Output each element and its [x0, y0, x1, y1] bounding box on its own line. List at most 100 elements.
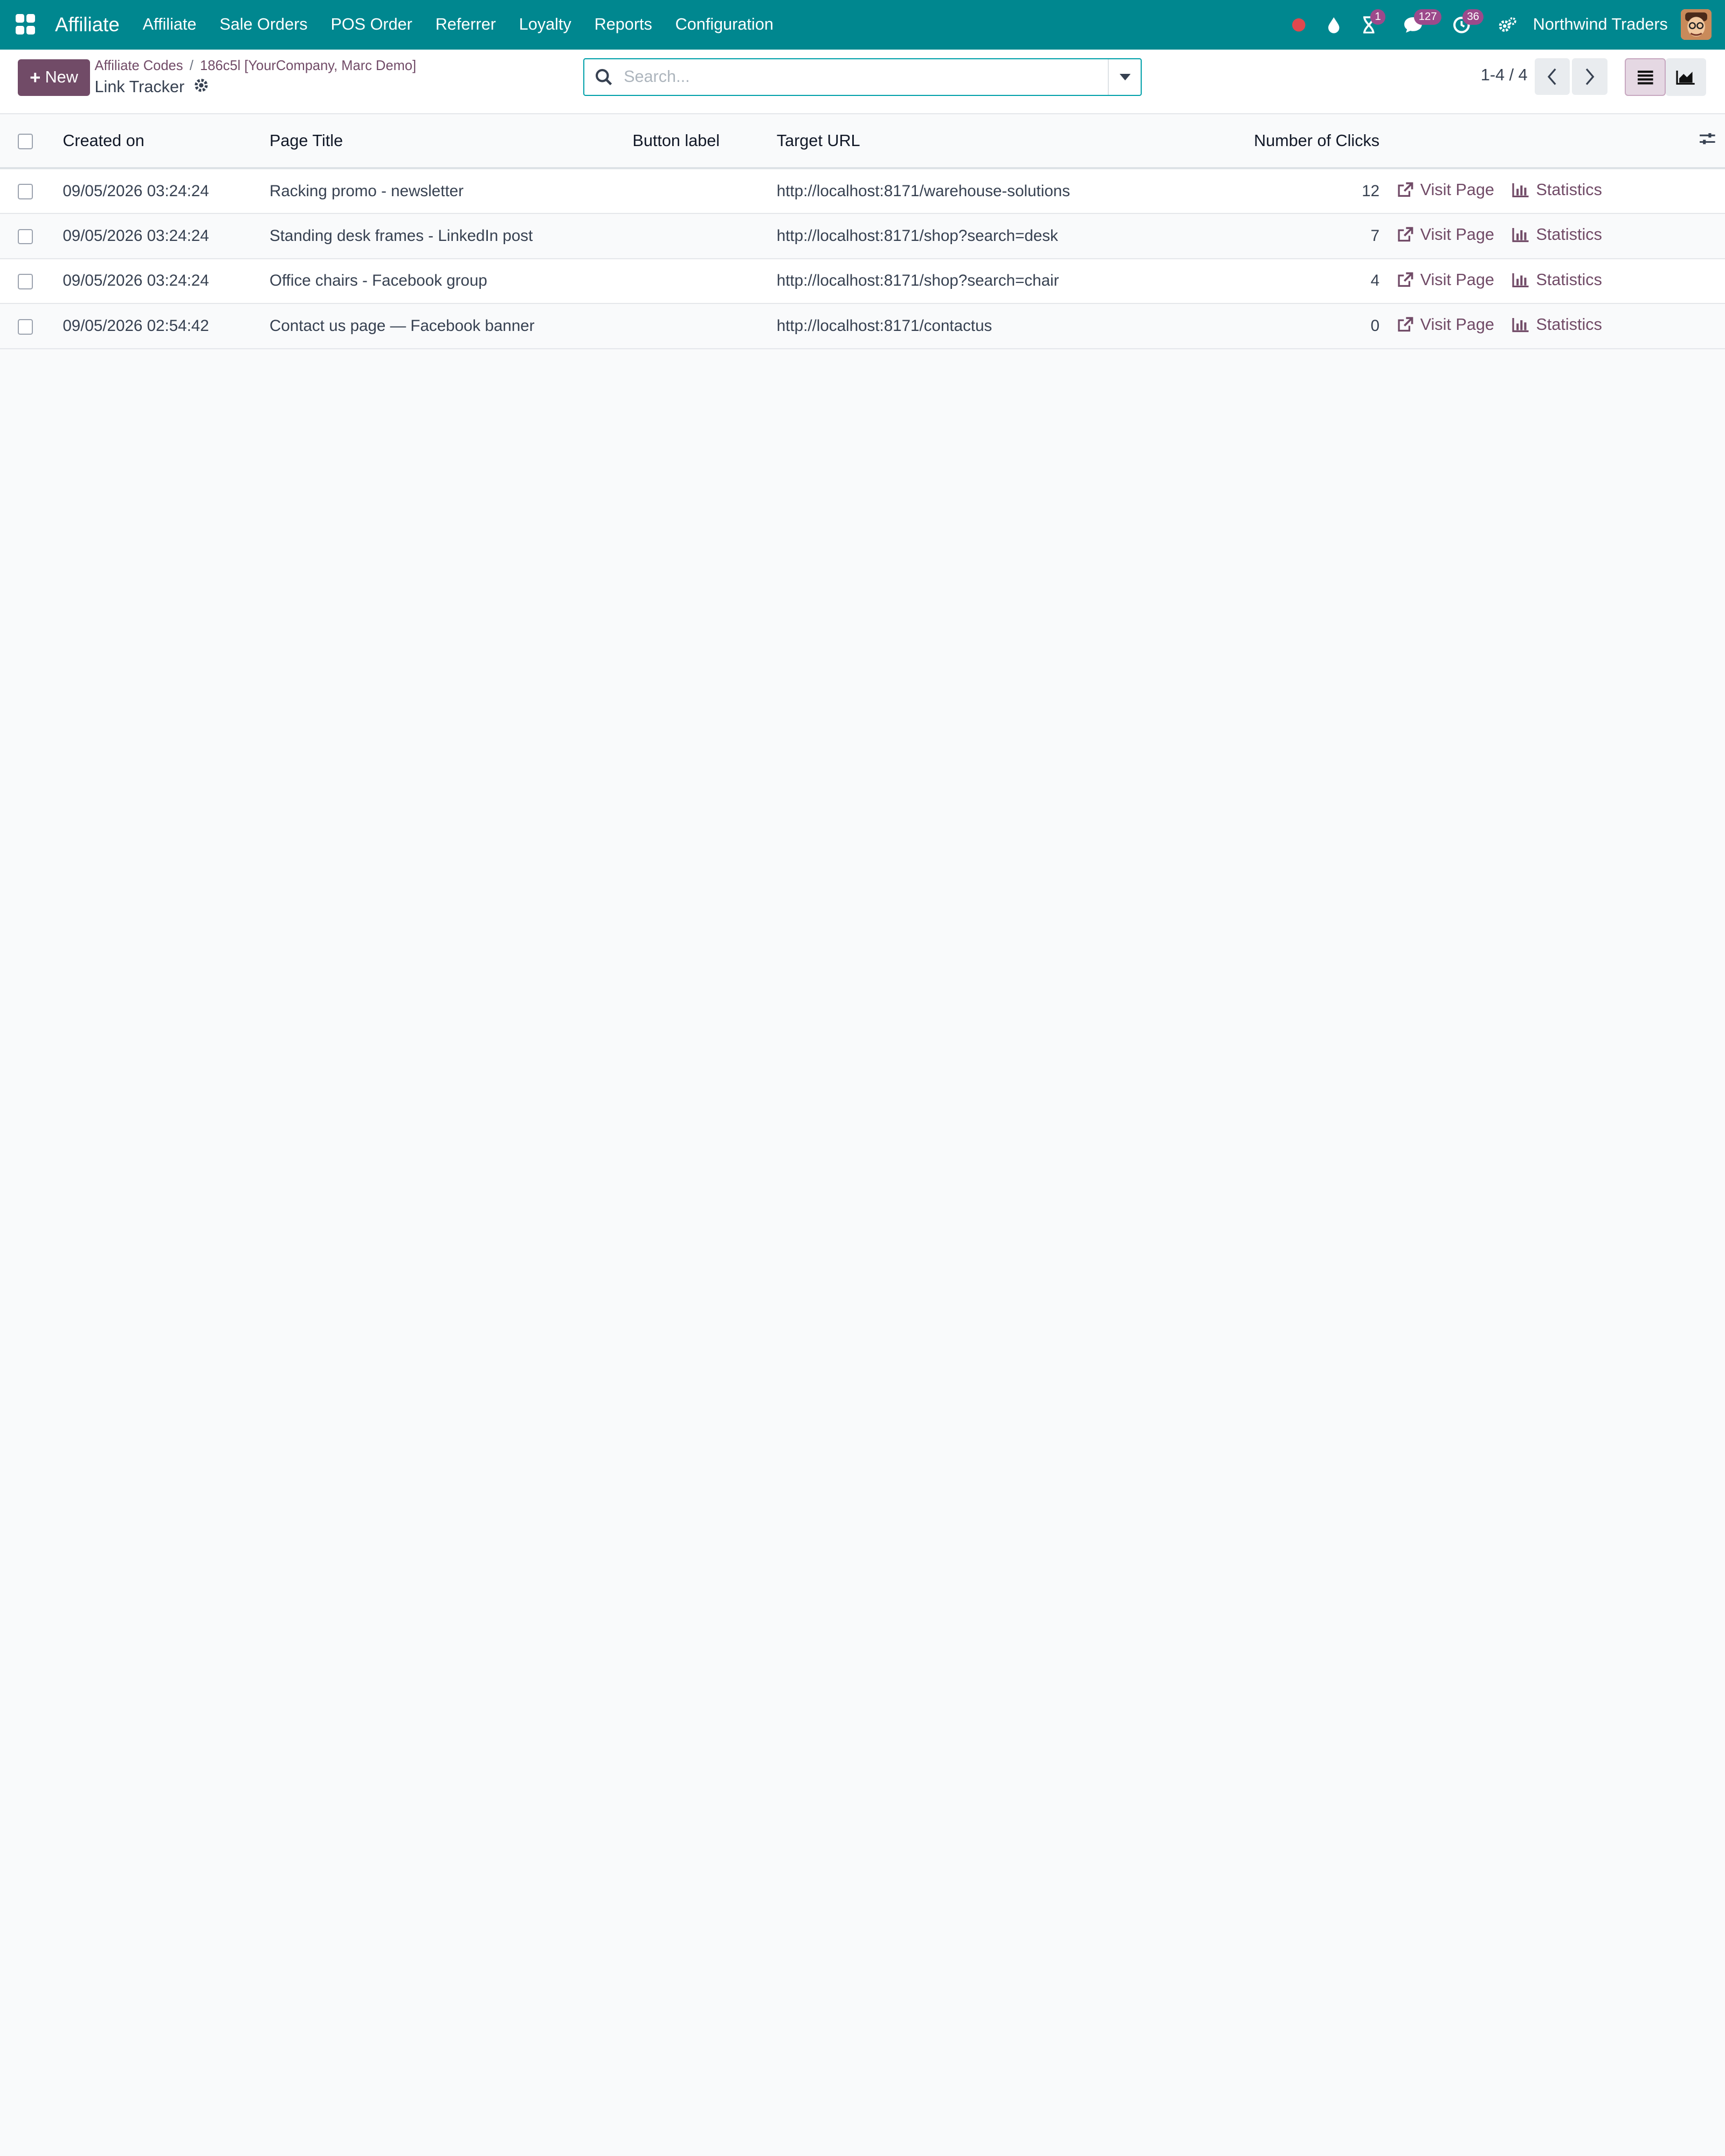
button-label-cell — [622, 259, 765, 304]
statistics-label: Statistics — [1536, 315, 1602, 334]
menu-configuration[interactable]: Configuration — [675, 15, 774, 34]
table-row[interactable]: 09/05/2026 03:24:24 Standing desk frames… — [0, 213, 1725, 259]
visit-page-button[interactable]: Visit Page — [1397, 315, 1494, 334]
bar-chart-icon — [1512, 273, 1529, 287]
app-root: Affiliate Affiliate Sale Orders POS Orde… — [0, 0, 1725, 1078]
external-link-icon — [1398, 272, 1413, 287]
visit-page-button[interactable]: Visit Page — [1397, 271, 1494, 289]
bar-chart-icon — [1512, 228, 1529, 243]
external-link-icon — [1398, 317, 1413, 332]
page-title-cell: Office chairs - Facebook group — [269, 272, 487, 290]
clock-icon[interactable]: 36 — [1445, 8, 1484, 41]
visit-page-label: Visit Page — [1420, 270, 1494, 289]
area-chart-icon — [1676, 70, 1695, 85]
button-label-cell — [622, 168, 765, 213]
visit-page-button[interactable]: Visit Page — [1397, 225, 1494, 244]
graph-view-button[interactable] — [1665, 58, 1707, 96]
new-button-label: New — [45, 68, 78, 87]
clicks-cell: 4 — [1370, 272, 1380, 290]
visit-page-label: Visit Page — [1420, 180, 1494, 199]
row-checkbox[interactable] — [17, 184, 33, 200]
new-button[interactable]: + New — [17, 59, 91, 96]
apps-grid-icon[interactable] — [15, 13, 38, 36]
page-title-cell: Standing desk frames - LinkedIn post — [269, 226, 533, 245]
bar-chart-icon — [1512, 183, 1529, 198]
statistics-button[interactable]: Statistics — [1512, 225, 1602, 244]
chevron-right-icon — [1585, 68, 1595, 85]
statistics-button[interactable]: Statistics — [1512, 271, 1602, 289]
caret-down-icon — [1119, 73, 1130, 80]
optional-columns-icon[interactable] — [1699, 132, 1716, 150]
gear-icon[interactable] — [194, 77, 209, 98]
pager-value[interactable]: 1-4 / 4 — [1481, 66, 1528, 85]
visit-page-label: Visit Page — [1420, 225, 1494, 244]
statistics-button[interactable]: Statistics — [1512, 315, 1602, 334]
user-avatar[interactable] — [1681, 9, 1712, 40]
row-checkbox[interactable] — [17, 319, 33, 335]
search-input[interactable] — [624, 67, 1108, 87]
column-number-of-clicks[interactable]: Number of Clicks — [1243, 114, 1379, 168]
search-icon — [584, 68, 624, 86]
menu-pos-order[interactable]: POS Order — [330, 15, 412, 34]
breadcrumb-affiliate-record[interactable]: 186c5l [YourCompany, Marc Demo] — [200, 58, 416, 73]
created-on-cell: 09/05/2026 03:24:24 — [63, 182, 209, 200]
breadcrumb-affiliate-codes[interactable]: Affiliate Codes — [95, 58, 183, 73]
row-checkbox[interactable] — [17, 274, 33, 289]
hourglass-icon[interactable]: 1 — [1353, 8, 1386, 41]
button-label-cell — [622, 303, 765, 349]
page-title-cell: Contact us page — Facebook banner — [269, 317, 535, 335]
table-row[interactable]: 09/05/2026 03:24:24 Office chairs - Face… — [0, 258, 1725, 304]
visit-page-label: Visit Page — [1420, 315, 1494, 334]
button-label-cell — [622, 213, 765, 259]
top-navbar: Affiliate Affiliate Sale Orders POS Orde… — [0, 0, 1725, 50]
menu-loyalty[interactable]: Loyalty — [519, 15, 571, 34]
app-brand[interactable]: Affiliate — [55, 13, 120, 36]
link-table: Created on Page Title Button label Targe… — [0, 114, 1725, 349]
row-checkbox[interactable] — [17, 229, 33, 245]
table-header-row: Created on Page Title Button label Targe… — [0, 114, 1725, 169]
record-icon[interactable] — [1282, 8, 1315, 41]
clicks-cell: 12 — [1362, 182, 1380, 200]
statistics-button[interactable]: Statistics — [1512, 181, 1602, 199]
messages-badge: 127 — [1414, 9, 1441, 25]
statistics-label: Statistics — [1536, 180, 1602, 199]
visit-page-button[interactable]: Visit Page — [1397, 181, 1494, 199]
settings-cogs-icon[interactable] — [1491, 8, 1524, 41]
breadcrumb: Affiliate Codes/186c5l [YourCompany, Mar… — [94, 58, 417, 74]
column-page-title[interactable]: Page Title — [259, 114, 622, 168]
search-options-toggle[interactable] — [1108, 59, 1141, 95]
list-view-icon — [1637, 70, 1653, 85]
created-on-cell: 09/05/2026 03:24:24 — [63, 226, 209, 245]
chat-icon[interactable]: 127 — [1397, 8, 1441, 41]
pager-previous-button[interactable] — [1534, 58, 1570, 95]
created-on-cell: 09/05/2026 03:24:24 — [63, 272, 209, 290]
page-title-cell: Racking promo - newsletter — [269, 182, 464, 200]
menu-referrer[interactable]: Referrer — [436, 15, 496, 34]
table-row[interactable]: 09/05/2026 03:24:24 Racking promo - news… — [0, 168, 1725, 213]
clicks-cell: 0 — [1370, 317, 1380, 335]
droplet-icon[interactable] — [1317, 8, 1350, 41]
control-panel: + New Affiliate Codes/186c5l [YourCompan… — [0, 49, 1725, 115]
page-title: Link Tracker — [94, 78, 185, 96]
plus-icon: + — [30, 67, 41, 88]
pager-next-button[interactable] — [1572, 58, 1607, 95]
select-all-checkbox[interactable] — [17, 134, 33, 149]
activity-badge: 1 — [1370, 9, 1386, 25]
menu-affiliate[interactable]: Affiliate — [143, 15, 197, 34]
statistics-label: Statistics — [1536, 270, 1602, 289]
search-bar — [583, 58, 1142, 96]
menu-reports[interactable]: Reports — [595, 15, 652, 34]
external-link-icon — [1398, 227, 1413, 242]
column-created-on[interactable]: Created on — [52, 114, 259, 168]
company-switcher[interactable]: Northwind Traders — [1533, 15, 1668, 34]
column-button-label[interactable]: Button label — [622, 114, 765, 168]
table-row[interactable]: 09/05/2026 02:54:42 Contact us page — Fa… — [0, 303, 1725, 349]
statistics-label: Statistics — [1536, 225, 1602, 244]
column-target-url[interactable]: Target URL — [765, 114, 1243, 168]
link-tracker-list: Created on Page Title Button label Targe… — [0, 114, 1725, 349]
list-view-button[interactable] — [1625, 58, 1666, 96]
target-url-cell: http://localhost:8171/shop?search=chair — [776, 272, 1059, 290]
chevron-left-icon — [1548, 68, 1556, 85]
menu-sale-orders[interactable]: Sale Orders — [219, 15, 307, 34]
clicks-cell: 7 — [1370, 226, 1380, 245]
